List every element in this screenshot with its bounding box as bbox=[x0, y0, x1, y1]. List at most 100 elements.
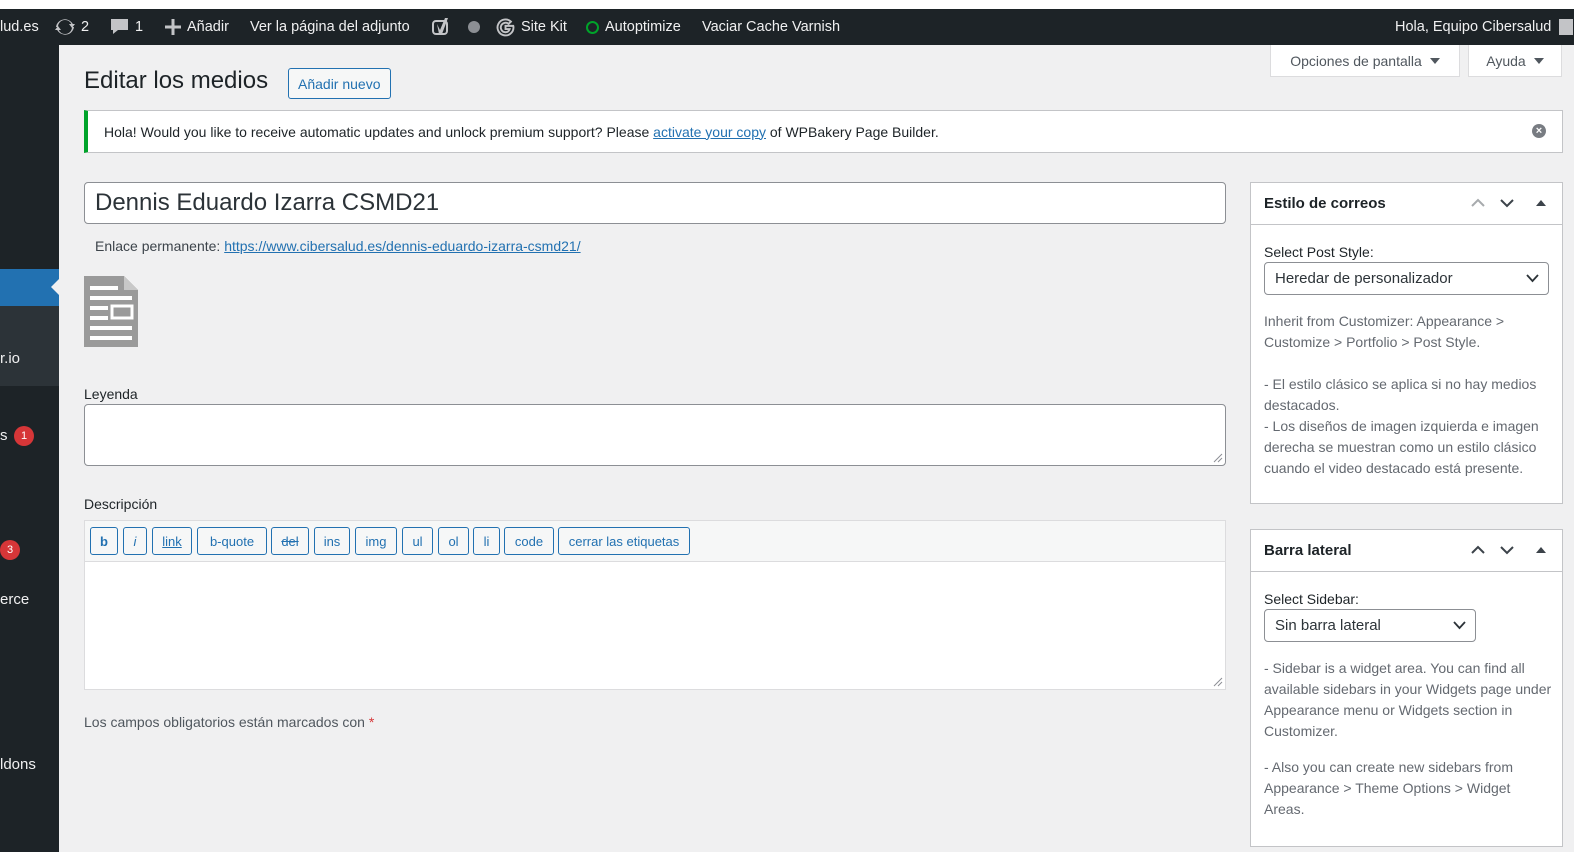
required-star: * bbox=[368, 714, 375, 730]
admin-bar-varnish[interactable]: Vaciar Cache Varnish bbox=[702, 9, 840, 45]
sidebar-metabox-title: Barra lateral bbox=[1264, 542, 1352, 559]
qt-bquote-button[interactable]: b-quote bbox=[197, 527, 267, 555]
sidebar-badge: 3 bbox=[0, 540, 20, 560]
caret-down-icon bbox=[1533, 57, 1544, 64]
sidebar-desc-1: - Sidebar is a widget area. You can find… bbox=[1264, 660, 1552, 739]
admin-bar-updates[interactable]: 2 bbox=[55, 9, 89, 45]
add-new-label: Añadir bbox=[187, 19, 229, 35]
admin-bar-site-name[interactable]: lud.es bbox=[0, 9, 39, 45]
dismiss-notice-icon[interactable]: × bbox=[1532, 124, 1546, 138]
sidebar-item-io[interactable]: r.io bbox=[0, 350, 20, 367]
caption-textarea[interactable] bbox=[84, 404, 1226, 466]
activate-copy-link[interactable]: activate your copy bbox=[653, 124, 766, 140]
autoptimize-label: Autoptimize bbox=[605, 19, 681, 35]
admin-bar-site-kit[interactable]: Site Kit bbox=[496, 9, 567, 45]
sidebar-select[interactable]: Sin barra lateral bbox=[1264, 609, 1476, 642]
post-style-description: Inherit from Customizer: Appearance > Cu… bbox=[1264, 311, 1554, 479]
sidebar-desc-2: - Also you can create new sidebars from … bbox=[1264, 759, 1514, 817]
chevron-down-icon bbox=[1526, 274, 1539, 283]
permalink-label: Enlace permanente: bbox=[95, 238, 221, 254]
browser-top-strip bbox=[0, 0, 1574, 9]
sidebar-item-media[interactable] bbox=[0, 269, 59, 306]
help-label: Ayuda bbox=[1486, 52, 1526, 69]
post-style-desc-1: Inherit from Customizer: Appearance > Cu… bbox=[1264, 313, 1505, 350]
qt-img-button[interactable]: img bbox=[355, 527, 397, 555]
required-fields-note: Los campos obligatorios están marcados c… bbox=[84, 714, 374, 730]
updates-icon bbox=[55, 19, 75, 35]
admin-bar-autoptimize[interactable]: Autoptimize bbox=[586, 9, 681, 45]
qt-del-button[interactable]: del bbox=[271, 527, 309, 555]
post-style-select[interactable]: Heredar de personalizador bbox=[1264, 262, 1549, 295]
permalink: Enlace permanente: https://www.cibersalu… bbox=[95, 238, 581, 254]
sidebar-item-s[interactable]: s bbox=[0, 427, 8, 444]
avatar bbox=[1559, 19, 1574, 35]
permalink-url-link[interactable]: https://www.cibersalud.es/dennis-eduardo… bbox=[224, 238, 580, 254]
qt-ol-button[interactable]: ol bbox=[438, 527, 469, 555]
google-icon bbox=[496, 18, 515, 36]
qt-ins-button[interactable]: ins bbox=[314, 527, 350, 555]
admin-bar-yoast[interactable] bbox=[432, 9, 480, 45]
sidebar-item-addons[interactable]: ldons bbox=[0, 756, 36, 773]
qt-close-tags-button[interactable]: cerrar las etiquetas bbox=[558, 527, 690, 555]
qt-italic-button[interactable]: i bbox=[123, 527, 147, 555]
caret-down-icon bbox=[1429, 57, 1440, 64]
select-post-style-label: Select Post Style: bbox=[1264, 244, 1374, 260]
view-attachment-label: Ver la página del adjunto bbox=[250, 19, 410, 35]
site-name-label: lud.es bbox=[0, 19, 39, 35]
greeting-label: Hola, Equipo Cibersalud bbox=[1395, 19, 1552, 35]
yoast-status-dot-icon bbox=[468, 21, 480, 33]
chevron-down-icon[interactable] bbox=[1499, 542, 1515, 558]
chevron-down-icon[interactable] bbox=[1499, 195, 1515, 211]
collapse-toggle-icon[interactable] bbox=[1534, 542, 1548, 558]
admin-sidebar: r.io s 1 3 erce ldons bbox=[0, 45, 59, 852]
quicktags-toolbar: b i link b-quote del ins img ul ol li co… bbox=[85, 521, 1225, 562]
varnish-label: Vaciar Cache Varnish bbox=[702, 19, 841, 35]
page-title: Editar los medios bbox=[84, 67, 269, 94]
screen-options-button[interactable]: Opciones de pantalla bbox=[1270, 45, 1460, 77]
qt-code-button[interactable]: code bbox=[504, 527, 554, 555]
admin-bar-view-attachment[interactable]: Ver la página del adjunto bbox=[250, 9, 410, 45]
resize-grip-icon[interactable] bbox=[1213, 677, 1223, 687]
qt-bold-button[interactable]: b bbox=[90, 527, 118, 555]
plus-icon bbox=[165, 19, 181, 35]
qt-ul-button[interactable]: ul bbox=[402, 527, 433, 555]
media-title-input[interactable]: Dennis Eduardo Izarra CSMD21 bbox=[84, 182, 1226, 224]
post-style-desc-3: - Los diseños de imagen izquierda e imag… bbox=[1264, 418, 1539, 476]
admin-bar-comments[interactable]: 1 bbox=[110, 9, 143, 45]
admin-bar: lud.es 2 1 Añadir Ver la página del adju… bbox=[0, 9, 1574, 45]
notice-text-before: Hola! Would you like to receive automati… bbox=[104, 123, 654, 140]
post-style-metabox: Estilo de correos Select Post Style: Her… bbox=[1250, 182, 1563, 504]
sidebar-selected: Sin barra lateral bbox=[1275, 617, 1381, 634]
yoast-icon bbox=[432, 18, 448, 35]
comment-icon bbox=[111, 19, 128, 34]
notice-text-after: of WPBakery Page Builder. bbox=[766, 123, 939, 140]
required-note-text: Los campos obligatorios están marcados c… bbox=[84, 714, 365, 730]
post-style-metabox-title: Estilo de correos bbox=[1264, 195, 1386, 212]
qt-li-button[interactable]: li bbox=[473, 527, 500, 555]
document-icon bbox=[84, 276, 138, 347]
collapse-toggle-icon[interactable] bbox=[1534, 195, 1548, 211]
add-new-media-button[interactable]: Añadir nuevo bbox=[288, 68, 391, 99]
caption-label: Leyenda bbox=[84, 386, 138, 402]
notice-text: Hola! Would you like to receive automati… bbox=[104, 124, 939, 140]
updates-count: 2 bbox=[81, 19, 90, 35]
sidebar-submenu bbox=[0, 306, 59, 386]
comments-count: 1 bbox=[135, 19, 144, 35]
chevron-down-icon bbox=[1453, 621, 1466, 630]
sidebar-description: - Sidebar is a widget area. You can find… bbox=[1264, 658, 1554, 820]
sidebar-badge: 1 bbox=[14, 426, 34, 446]
chevron-up-icon[interactable] bbox=[1470, 195, 1486, 211]
screen-options-label: Opciones de pantalla bbox=[1290, 52, 1422, 69]
qt-link-button[interactable]: link bbox=[152, 527, 192, 555]
admin-bar-add-new[interactable]: Añadir bbox=[165, 9, 229, 45]
admin-bar-account[interactable]: Hola, Equipo Cibersalud bbox=[1395, 9, 1574, 45]
post-style-metabox-header: Estilo de correos bbox=[1251, 183, 1562, 225]
sidebar-item-commerce[interactable]: erce bbox=[0, 591, 29, 608]
help-button[interactable]: Ayuda bbox=[1468, 45, 1562, 77]
description-editor: b i link b-quote del ins img ul ol li co… bbox=[84, 520, 1226, 690]
wpbakery-notice: Hola! Would you like to receive automati… bbox=[84, 110, 1563, 153]
chevron-up-icon[interactable] bbox=[1470, 542, 1486, 558]
resize-grip-icon[interactable] bbox=[1213, 453, 1223, 463]
sidebar-metabox-header: Barra lateral bbox=[1251, 530, 1562, 572]
description-textarea[interactable] bbox=[85, 562, 1225, 689]
